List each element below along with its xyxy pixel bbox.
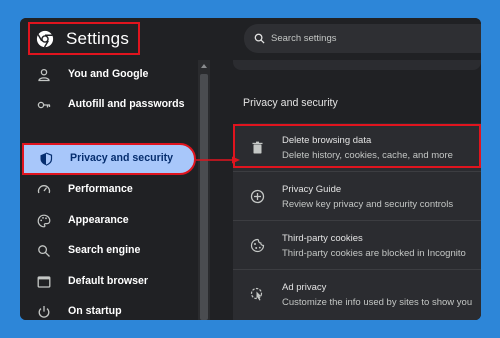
sidebar-item-you-and-google[interactable]: You and Google	[20, 60, 198, 90]
sidebar-item-performance[interactable]: Performance	[20, 175, 198, 205]
sidebar-item-label: You and Google	[68, 68, 149, 80]
row-subtitle: Customize the info used by sites to show…	[282, 297, 473, 308]
key-icon	[37, 101, 51, 109]
row-subtitle: Third-party cookies are blocked in Incog…	[282, 248, 466, 259]
search-icon	[254, 33, 265, 44]
scrollbar-thumb[interactable]	[200, 74, 208, 320]
ad-privacy-icon	[250, 287, 263, 301]
sidebar: You and Google Autofill and passwords Pr…	[20, 60, 198, 320]
sidebar-item-search-engine[interactable]: Search engine	[20, 236, 198, 266]
settings-window: Settings Search settings You and Google	[20, 18, 481, 320]
top-bar: Settings Search settings	[20, 18, 481, 60]
section-title: Privacy and security	[243, 97, 338, 109]
sidebar-item-label: Privacy and security	[70, 152, 174, 164]
highlight-box	[233, 124, 481, 168]
settings-brand: Settings	[28, 22, 140, 55]
row-title: Privacy Guide	[282, 184, 342, 195]
delete-browsing-data-row[interactable]: Delete browsing data Delete history, coo…	[233, 123, 481, 172]
chrome-logo-icon	[36, 30, 54, 47]
shield-icon	[40, 152, 53, 166]
row-subtitle: Review key privacy and security controls	[282, 199, 454, 210]
compass-plus-icon	[250, 189, 265, 204]
sidebar-item-default-browser[interactable]: Default browser	[20, 267, 198, 297]
third-party-cookies-row[interactable]: Third-party cookies Third-party cookies …	[233, 221, 481, 270]
row-title: Third-party cookies	[282, 233, 363, 244]
search-icon	[38, 245, 50, 257]
cookie-icon	[250, 238, 265, 253]
sidebar-item-label: On startup	[68, 305, 122, 317]
privacy-settings-card: Delete browsing data Delete history, coo…	[233, 123, 481, 320]
sidebar-item-on-startup[interactable]: On startup	[20, 297, 198, 320]
row-title: Ad privacy	[282, 282, 327, 293]
browser-window-icon	[37, 276, 51, 288]
sidebar-scrollbar[interactable]	[198, 60, 210, 320]
sidebar-item-label: Default browser	[68, 275, 149, 287]
sidebar-item-label: Performance	[68, 183, 133, 195]
sidebar-item-autofill[interactable]: Autofill and passwords	[20, 90, 198, 120]
privacy-guide-row[interactable]: Privacy Guide Review key privacy and sec…	[233, 172, 481, 221]
sidebar-item-label: Appearance	[68, 214, 129, 226]
power-icon	[38, 306, 50, 318]
sidebar-item-label: Search engine	[68, 244, 141, 256]
previous-section-card	[233, 60, 481, 70]
ad-privacy-row[interactable]: Ad privacy Customize the info used by si…	[233, 270, 481, 319]
search-bar[interactable]: Search settings	[244, 24, 481, 53]
palette-icon	[37, 214, 51, 228]
pointer-arrow-icon	[196, 156, 240, 164]
speedometer-icon	[37, 185, 51, 194]
person-icon	[38, 68, 50, 82]
main-content: Privacy and security Delete browsing dat…	[210, 60, 481, 320]
page-title: Settings	[66, 28, 130, 48]
scroll-up-arrow-icon[interactable]	[201, 64, 207, 68]
sidebar-item-appearance[interactable]: Appearance	[20, 206, 198, 236]
sidebar-item-privacy-and-security[interactable]: Privacy and security	[22, 143, 196, 175]
sidebar-item-label: Autofill and passwords	[68, 98, 185, 110]
search-input[interactable]: Search settings	[271, 33, 336, 44]
